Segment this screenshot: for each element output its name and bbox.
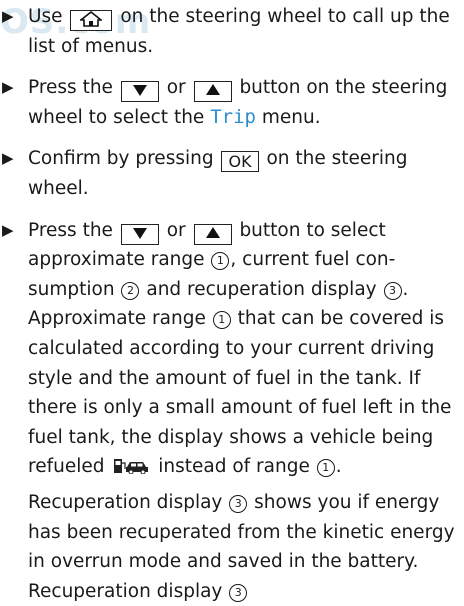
home-button-icon — [70, 10, 113, 31]
step-text: Press the — [28, 219, 113, 241]
callout-number: 3 — [229, 583, 248, 602]
callout-number: 3 — [229, 494, 248, 513]
recuperation-paragraph: Recuperation display 3 shows you if ener… — [28, 482, 464, 606]
step-4: ▶ Press the or button to select approxim… — [0, 216, 464, 606]
menu-name: Trip — [210, 105, 256, 128]
step-text: Use — [28, 6, 63, 27]
triangle-bullet-icon: ▶ — [2, 149, 14, 168]
callout-number: 2 — [121, 281, 140, 300]
up-button-icon — [193, 81, 232, 103]
down-button-icon — [120, 223, 159, 245]
step-text: Press the — [28, 77, 113, 99]
callout-number: 3 — [383, 281, 402, 300]
vehicle-refuel-icon — [113, 454, 149, 475]
callout-number: 1 — [212, 311, 231, 330]
step-text: menu. — [261, 106, 321, 128]
step-text: . — [335, 456, 342, 478]
step-2: ▶ Press the or button on the steer­ing w… — [0, 73, 464, 132]
up-button-icon — [193, 223, 232, 245]
step-text: Recuperation display — [28, 491, 223, 513]
step-text: and recuperation display — [146, 278, 377, 300]
step-1: ▶ Use on the steering wheel to call up t… — [0, 2, 464, 61]
triangle-bullet-icon: ▶ — [2, 78, 14, 97]
instruction-list: ▶ Use on the steering wheel to call up t… — [0, 0, 464, 606]
step-text: that can be covered is calculated accord… — [28, 308, 452, 478]
step-text: . — [402, 278, 409, 300]
step-text: or — [166, 77, 186, 99]
callout-number: 1 — [211, 252, 230, 271]
triangle-bullet-icon: ▶ — [2, 7, 14, 25]
step-text: Approximate range — [28, 308, 206, 330]
step-text: or — [166, 219, 186, 241]
triangle-bullet-icon: ▶ — [2, 220, 14, 239]
step-text: Confirm by pressing — [28, 148, 214, 170]
down-button-icon — [120, 81, 159, 103]
step-text: instead of range — [158, 456, 310, 478]
ok-button-label: OK — [221, 151, 259, 173]
callout-number: 1 — [316, 459, 335, 478]
step-3: ▶ Confirm by pressing OK on the steering… — [0, 144, 464, 203]
